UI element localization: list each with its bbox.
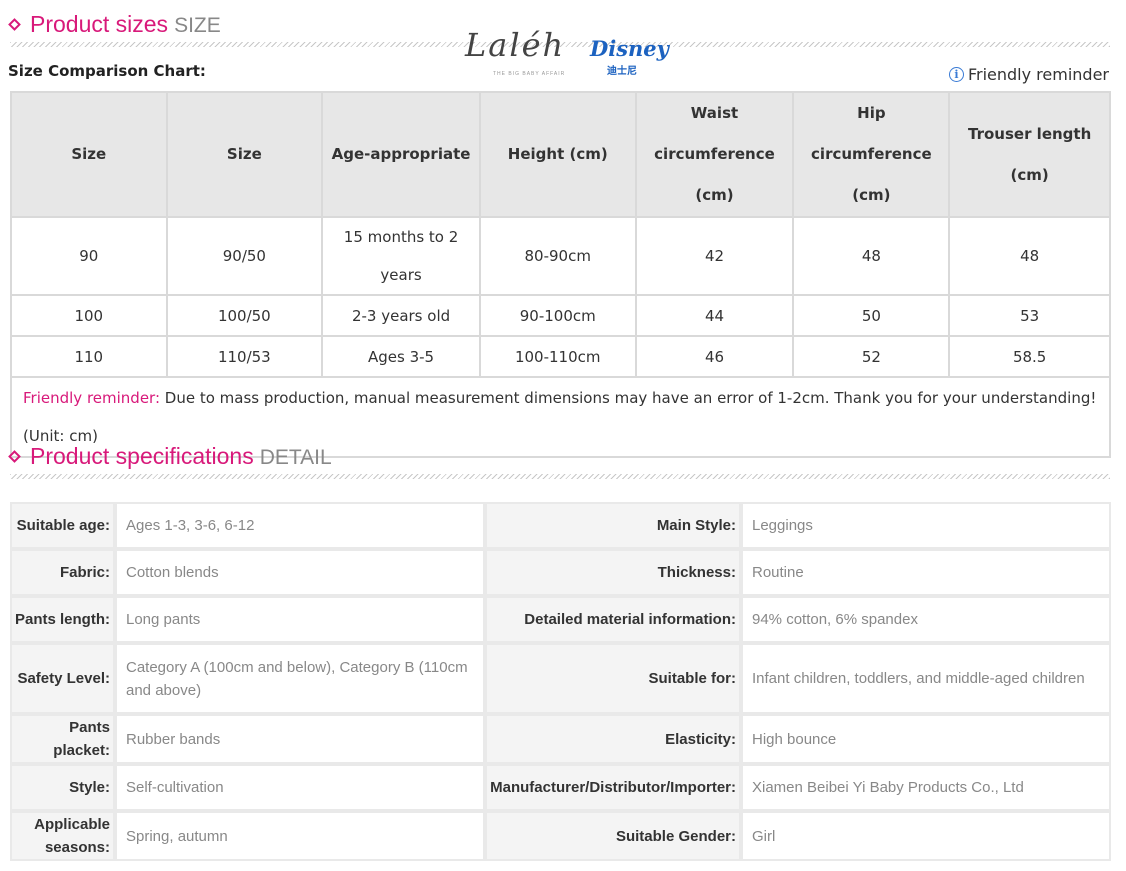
spec-value: Ages 1-3, 3-6, 6-12 (115, 502, 485, 549)
column-header: Waist circumference (cm) (634, 91, 795, 218)
spec-row: Style: Self-cultivation Manufacturer/Dis… (10, 764, 1111, 811)
note-line: Friendly reminder: Due to mass productio… (23, 379, 1098, 417)
table-row: 110 110/53 Ages 3-5 100-110cm 46 52 58.5 (10, 335, 1111, 378)
column-header: Trouser length (cm) (948, 91, 1111, 218)
table-cell: 100/50 (165, 294, 324, 337)
specs-section-title: Product specifications (30, 443, 254, 469)
table-cell: 90 (10, 216, 168, 296)
friendly-reminder-link[interactable]: i Friendly reminder (948, 65, 1109, 84)
specs-section-subtitle: DETAIL (259, 446, 332, 469)
spec-key: Manufacturer/Distributor/Importer: (485, 764, 741, 811)
spec-value: Category A (100cm and below), Category B… (115, 643, 485, 714)
brand-logo: Laléh THE BIG BABY AFFAIR Disney 迪士尼 (463, 12, 673, 82)
friendly-reminder-label: Friendly reminder (967, 65, 1109, 84)
spec-key: Applicable seasons: (10, 811, 115, 861)
spec-key: Suitable Gender: (485, 811, 741, 861)
spec-key: Suitable age: (10, 502, 115, 549)
spec-value: 94% cotton, 6% spandex (741, 596, 1111, 643)
sizes-section-header: Product sizes SIZE (8, 11, 221, 38)
spec-value: Xiamen Beibei Yi Baby Products Co., Ltd (741, 764, 1111, 811)
spec-value: Cotton blends (115, 549, 485, 596)
table-cell: 100 (10, 294, 168, 337)
sizes-section-subtitle: SIZE (174, 14, 221, 37)
table-cell: 110/53 (165, 335, 324, 378)
spec-key: Pants placket: (10, 714, 115, 764)
table-cell: 53 (948, 294, 1111, 337)
spec-key: Suitable for: (485, 643, 741, 714)
spec-value: Routine (741, 549, 1111, 596)
table-cell: 44 (634, 294, 795, 337)
spec-row: Applicable seasons: Spring, autumn Suita… (10, 811, 1111, 861)
table-cell: 2-3 years old (321, 294, 481, 337)
sizes-section-title: Product sizes (30, 11, 169, 37)
specs-table: Suitable age: Ages 1-3, 3-6, 6-12 Main S… (10, 502, 1111, 861)
logo-partner-cn: 迪士尼 (607, 66, 637, 77)
note-label: Friendly reminder: (23, 389, 160, 407)
spec-value: Infant children, toddlers, and middle-ag… (741, 643, 1111, 714)
info-icon: i (948, 67, 964, 82)
table-cell: 50 (792, 294, 951, 337)
spec-key: Main Style: (485, 502, 741, 549)
column-header: Size (165, 91, 324, 218)
logo-partner: Disney (590, 36, 669, 61)
column-header: Height (cm) (478, 91, 637, 218)
table-cell: 90-100cm (478, 294, 637, 337)
diamond-icon (8, 18, 21, 31)
spec-value: Self-cultivation (115, 764, 485, 811)
table-cell: 110 (10, 335, 168, 378)
column-header: Size (10, 91, 168, 218)
section-divider (10, 474, 1110, 479)
table-cell: 80-90cm (478, 216, 637, 296)
spec-value: Spring, autumn (115, 811, 485, 861)
spec-row: Suitable age: Ages 1-3, 3-6, 6-12 Main S… (10, 502, 1111, 549)
table-row: 90 90/50 15 months to 2 years 80-90cm 42… (10, 216, 1111, 296)
spec-key: Style: (10, 764, 115, 811)
spec-value: High bounce (741, 714, 1111, 764)
spec-value: Long pants (115, 596, 485, 643)
spec-value: Leggings (741, 502, 1111, 549)
spec-value: Rubber bands (115, 714, 485, 764)
spec-key: Pants length: (10, 596, 115, 643)
table-cell: 15 months to 2 years (321, 216, 481, 296)
note-text: Due to mass production, manual measureme… (160, 389, 1097, 407)
spec-row: Pants length: Long pants Detailed materi… (10, 596, 1111, 643)
spec-value: Girl (741, 811, 1111, 861)
spec-row: Safety Level: Category A (100cm and belo… (10, 643, 1111, 714)
table-cell: 58.5 (948, 335, 1111, 378)
table-cell: Ages 3-5 (321, 335, 481, 378)
diamond-icon (8, 450, 21, 463)
spec-key: Detailed material information: (485, 596, 741, 643)
table-cell: 42 (634, 216, 795, 296)
size-chart-label: Size Comparison Chart: (8, 62, 206, 80)
table-cell: 100-110cm (478, 335, 637, 378)
spec-key: Fabric: (10, 549, 115, 596)
table-cell: 48 (948, 216, 1111, 296)
size-table-header: Size Size Age-appropriate Height (cm) Wa… (10, 91, 1111, 218)
logo-tagline: THE BIG BABY AFFAIR (493, 71, 566, 77)
column-header: Age-appropriate (321, 91, 481, 218)
spec-key: Elasticity: (485, 714, 741, 764)
spec-key: Safety Level: (10, 643, 115, 714)
logo-brand: Laléh (465, 26, 566, 64)
table-cell: 48 (792, 216, 951, 296)
spec-row: Pants placket: Rubber bands Elasticity: … (10, 714, 1111, 764)
column-header: Hip circumference (cm) (792, 91, 951, 218)
spec-row: Fabric: Cotton blends Thickness: Routine (10, 549, 1111, 596)
table-cell: 52 (792, 335, 951, 378)
specs-section-header: Product specifications DETAIL (8, 443, 332, 470)
table-cell: 46 (634, 335, 795, 378)
spec-key: Thickness: (485, 549, 741, 596)
size-chart-table: Size Size Age-appropriate Height (cm) Wa… (10, 91, 1111, 458)
table-row: 100 100/50 2-3 years old 90-100cm 44 50 … (10, 294, 1111, 337)
table-cell: 90/50 (165, 216, 324, 296)
